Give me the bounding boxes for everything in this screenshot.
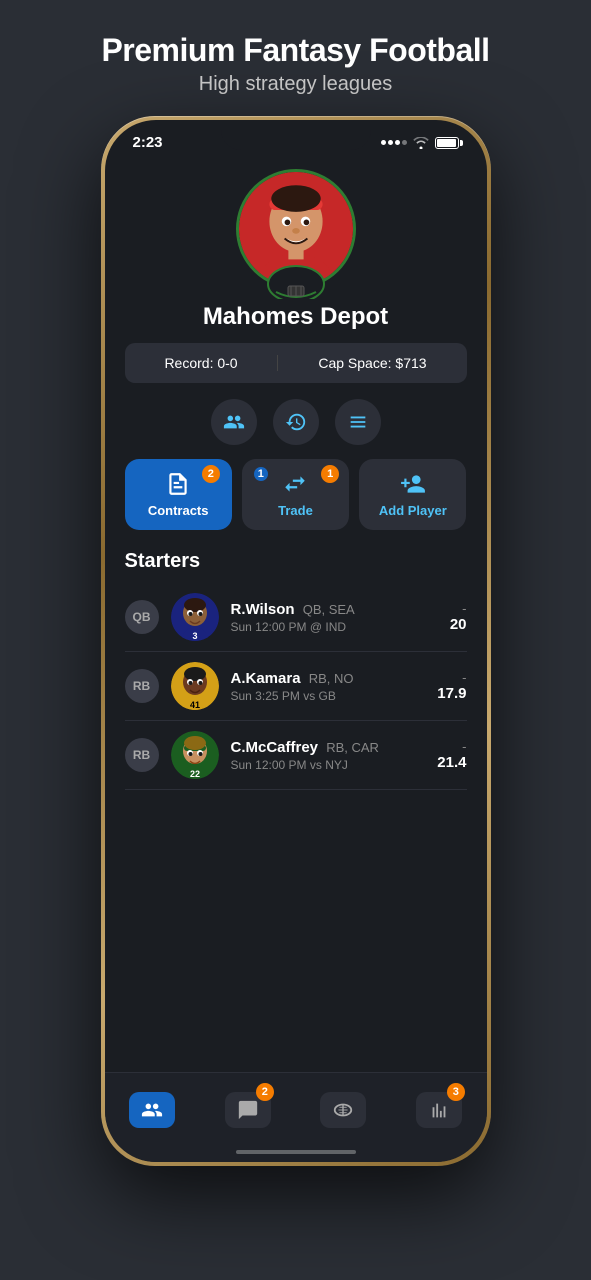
chat-tab-icon [237,1099,259,1121]
tab-bar: 2 [105,1072,487,1162]
trade-button[interactable]: 1 1 Trade [242,459,349,530]
player-name-wilson: R.Wilson QB, SEA [231,601,438,618]
contracts-label: Contracts [148,503,209,518]
position-rb-2: RB [125,738,159,772]
notch [221,120,371,150]
player-row[interactable]: QB 3 [125,583,467,652]
trade-label: Trade [278,503,313,518]
stats-badge: 3 [447,1083,465,1101]
phone-inner: 2:23 [105,120,487,1162]
player-game-wilson: Sun 12:00 PM @ IND [231,620,438,634]
time-display: 2:23 [133,134,163,151]
phone-frame: 2:23 [101,116,491,1166]
avatar-section: 15 [125,169,467,289]
record-item: Record: 0-0 [164,355,237,371]
position-qb: QB [125,600,159,634]
trade-icon [282,471,308,497]
add-player-label: Add Player [379,503,447,518]
svg-text:41: 41 [189,700,199,710]
page-header: Premium Fantasy Football High strategy l… [81,0,509,116]
player-info-wilson: R.Wilson QB, SEA Sun 12:00 PM @ IND [231,601,438,634]
player-score-mccaffrey: - 21.4 [437,739,466,771]
stats-tab-icon [428,1099,450,1121]
trade-badge-blue: 1 [252,465,270,483]
player-avatar-kamara: 41 [171,662,219,710]
action-row: 2 Contracts 1 1 Trade [125,459,467,530]
divider [277,355,278,371]
status-icons [381,137,459,149]
record-bar: Record: 0-0 Cap Space: $713 [125,343,467,383]
player-row[interactable]: RB [125,721,467,790]
roster-tab-bg [129,1092,175,1128]
record-value: 0-0 [217,355,237,371]
player-game-kamara: Sun 3:25 PM vs GB [231,689,426,703]
roster-tab-icon [141,1099,163,1121]
app-content: 15 [105,159,487,790]
cap-item: Cap Space: $713 [318,355,426,371]
page-subtitle: High strategy leagues [101,73,489,96]
player-name-mccaffrey: C.McCaffrey RB, CAR [231,739,426,756]
contracts-button[interactable]: 2 Contracts [125,459,232,530]
tab-stats[interactable]: 3 [409,1085,469,1135]
player-info-mccaffrey: C.McCaffrey RB, CAR Sun 12:00 PM vs NYJ [231,739,426,772]
avatar-container: 15 [236,169,356,289]
tab-chat[interactable]: 2 [218,1085,278,1135]
player-avatar-wilson: 3 [171,593,219,641]
roster-icon-btn[interactable] [211,399,257,445]
lineup-icon [347,411,369,433]
cap-value: $713 [395,355,426,371]
player-name-kamara: A.Kamara RB, NO [231,670,426,687]
tab-football[interactable] [313,1085,373,1135]
player-score-kamara: - 17.9 [437,670,466,702]
football-tab-bg [320,1092,366,1128]
lineup-icon-btn[interactable] [335,399,381,445]
page-title: Premium Fantasy Football [101,32,489,69]
add-player-icon [400,471,426,497]
team-name: Mahomes Depot [125,303,467,331]
icon-row [125,399,467,445]
add-player-button[interactable]: Add Player [359,459,466,530]
trade-badge-orange: 1 [321,465,339,483]
chat-badge: 2 [256,1083,274,1101]
player-row[interactable]: RB 41 [125,652,467,721]
history-icon [285,411,307,433]
battery-icon [435,137,459,149]
contracts-badge: 2 [202,465,220,483]
svg-text:3: 3 [192,631,197,641]
player-game-mccaffrey: Sun 12:00 PM vs NYJ [231,758,426,772]
users-icon [223,411,245,433]
helmet-decoration [266,264,326,299]
signal-icon [381,140,407,145]
page-wrapper: Premium Fantasy Football High strategy l… [0,0,591,1280]
history-icon-btn[interactable] [273,399,319,445]
player-avatar-mccaffrey: 22 [171,731,219,779]
home-indicator [236,1150,356,1154]
svg-text:22: 22 [189,769,199,779]
record-label: Record: [164,355,213,371]
player-info-kamara: A.Kamara RB, NO Sun 3:25 PM vs GB [231,670,426,703]
starters-title: Starters [125,550,467,573]
position-rb-1: RB [125,669,159,703]
wifi-icon [413,137,429,149]
player-score-wilson: - 20 [450,601,467,633]
football-tab-icon [332,1099,354,1121]
tab-roster[interactable] [122,1085,182,1135]
contracts-icon [165,471,191,497]
cap-label: Cap Space: [318,355,391,371]
